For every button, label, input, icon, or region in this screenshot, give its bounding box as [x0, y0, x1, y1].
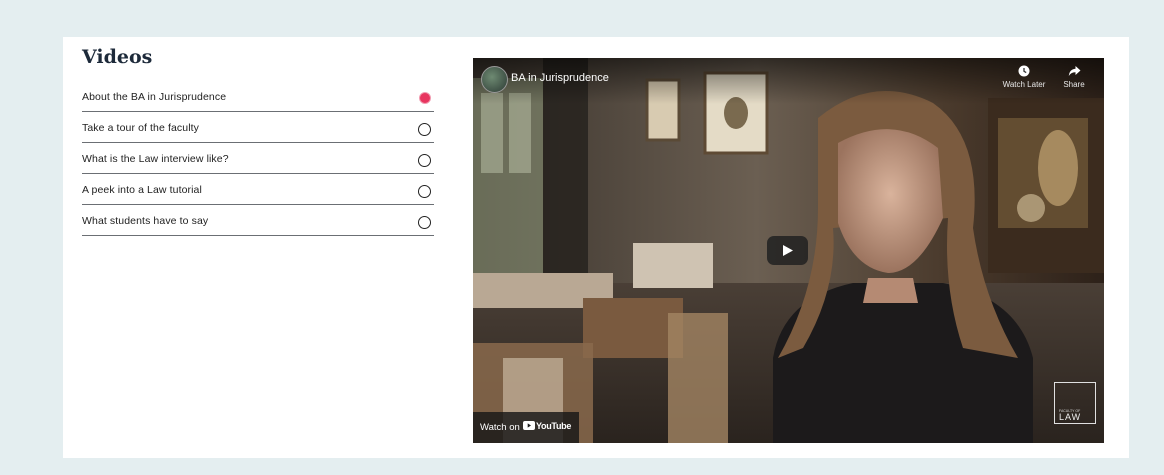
share-label: Share: [1063, 80, 1085, 89]
share-arrow-icon: [1068, 66, 1080, 76]
section-heading: Videos: [82, 46, 153, 68]
video-list-item-tour[interactable]: Take a tour of the faculty: [82, 115, 434, 143]
watch-later-button[interactable]: Watch Later: [1002, 65, 1046, 89]
share-button[interactable]: Share: [1052, 65, 1096, 89]
faculty-of-law-logo: FACULTY OF LAW: [1054, 382, 1096, 424]
video-list-item-interview[interactable]: What is the Law interview like?: [82, 146, 434, 174]
video-list-item-label: A peek into a Law tutorial: [82, 184, 202, 196]
play-icon: [783, 245, 793, 256]
youtube-logo-icon: [523, 421, 535, 430]
radio-selected-icon[interactable]: [419, 92, 431, 104]
play-button[interactable]: [767, 236, 808, 265]
youtube-wordmark: YouTube: [536, 421, 572, 431]
video-player[interactable]: BA in Jurisprudence Watch Later Share Wa…: [473, 58, 1104, 443]
video-list-item-label: About the BA in Jurisprudence: [82, 91, 227, 103]
video-list-item-label: What is the Law interview like?: [82, 153, 229, 165]
radio-icon[interactable]: [418, 185, 431, 198]
video-list-item-label: What students have to say: [82, 215, 209, 227]
video-list-item-label: Take a tour of the faculty: [82, 122, 199, 134]
channel-avatar[interactable]: [481, 66, 508, 93]
watch-on-youtube-button[interactable]: Watch on YouTube: [473, 412, 579, 443]
radio-icon[interactable]: [418, 123, 431, 136]
radio-icon[interactable]: [418, 216, 431, 229]
watch-later-label: Watch Later: [1002, 80, 1046, 89]
video-list-item-about[interactable]: About the BA in Jurisprudence: [82, 84, 434, 112]
video-list-item-students[interactable]: What students have to say: [82, 208, 434, 236]
law-logo-text: LAW: [1059, 412, 1082, 422]
video-list: About the BA in Jurisprudence Take a tou…: [82, 84, 434, 239]
video-title[interactable]: BA in Jurisprudence: [511, 72, 609, 84]
clock-icon: [1018, 65, 1030, 77]
video-list-item-tutorial[interactable]: A peek into a Law tutorial: [82, 177, 434, 205]
radio-icon[interactable]: [418, 154, 431, 167]
watch-on-label: Watch on: [480, 422, 520, 433]
